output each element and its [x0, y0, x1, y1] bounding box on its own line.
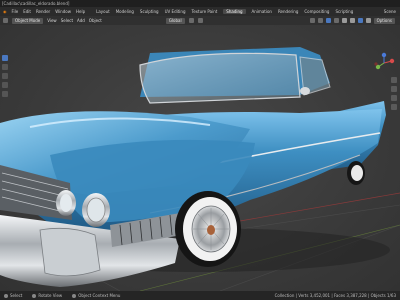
mouse-right-icon: [72, 294, 77, 298]
visibility-icon[interactable]: [309, 18, 315, 23]
editor-type-icon[interactable]: [3, 18, 8, 23]
scale-tool-icon[interactable]: [2, 91, 8, 97]
menu-render[interactable]: Render: [36, 9, 50, 14]
window-title: [Cadillac\cadillac_eldorado.blend]: [0, 0, 400, 7]
headlight-outer-lens: [86, 197, 106, 223]
shading-wireframe-icon[interactable]: [341, 18, 347, 23]
shading-solid-icon[interactable]: [349, 18, 355, 23]
gizmo-toggle-icon[interactable]: [317, 18, 323, 23]
move-tool-icon[interactable]: [2, 73, 8, 79]
scene-selector[interactable]: Scene: [384, 9, 396, 14]
perspective-toggle-icon[interactable]: [391, 104, 397, 110]
workspace-tabs: Layout Modeling Sculpting UV Editing Tex…: [96, 9, 353, 14]
tab-rendering[interactable]: Rendering: [278, 9, 298, 14]
shading-rendered-icon[interactable]: [365, 18, 371, 23]
rear-whitewall: [351, 165, 363, 181]
menu-help[interactable]: Help: [76, 9, 85, 14]
object-menu[interactable]: Object: [89, 18, 102, 23]
viewport-header: Object Mode View Select Add Object Globa…: [0, 16, 400, 25]
add-menu[interactable]: Add: [77, 18, 85, 23]
side-mirror: [300, 87, 310, 95]
viewport-nav-buttons: [391, 77, 397, 110]
windshield: [139, 52, 301, 104]
bumper-guard: [39, 227, 101, 277]
navigation-gizmo[interactable]: [373, 52, 395, 74]
headlight-inner-lens: [60, 194, 72, 212]
tab-modeling[interactable]: Modeling: [116, 9, 134, 14]
tab-layout[interactable]: Layout: [96, 9, 110, 14]
proportional-edit-icon[interactable]: [197, 18, 203, 23]
menu-window[interactable]: Window: [55, 9, 71, 14]
mouse-left-icon: [4, 294, 8, 298]
pan-hand-icon[interactable]: [391, 86, 397, 92]
camera-view-icon[interactable]: [391, 95, 397, 101]
shading-controls: Options: [309, 17, 395, 24]
select-tool-icon[interactable]: [2, 55, 8, 61]
tab-texture-paint[interactable]: Texture Paint: [191, 9, 217, 14]
status-bar: Select Rotate View Object Context Menu C…: [0, 291, 400, 300]
tab-compositing[interactable]: Compositing: [304, 9, 329, 14]
menu-edit[interactable]: Edit: [23, 9, 31, 14]
tab-scripting[interactable]: Scripting: [335, 9, 353, 14]
zoom-icon[interactable]: [391, 77, 397, 83]
tool-shelf: [2, 55, 8, 97]
blender-logo-icon[interactable]: ◉: [3, 9, 7, 14]
xray-toggle-icon[interactable]: [333, 18, 339, 23]
status-select-hint: Select: [4, 291, 22, 300]
view-menu[interactable]: View: [47, 18, 57, 23]
snap-icon[interactable]: [188, 18, 194, 23]
status-rotate-hint: Rotate View: [32, 291, 62, 300]
mode-dropdown[interactable]: Object Mode: [12, 17, 44, 24]
options-button[interactable]: Options: [373, 17, 395, 24]
3d-viewport[interactable]: [0, 25, 400, 291]
menu-file[interactable]: File: [12, 9, 19, 14]
tab-uv-editing[interactable]: UV Editing: [165, 9, 186, 14]
status-context-hint: Object Context Menu: [72, 291, 120, 300]
hub-center: [207, 225, 215, 235]
top-menu-bar: ◉ File Edit Render Window Help Layout Mo…: [0, 7, 400, 16]
mouse-middle-icon: [32, 294, 37, 298]
select-menu[interactable]: Select: [61, 18, 73, 23]
tab-shading[interactable]: Shading: [223, 9, 246, 14]
overlay-toggle-icon[interactable]: [325, 18, 331, 23]
tab-sculpting[interactable]: Sculpting: [140, 9, 159, 14]
transform-orientation-dropdown[interactable]: Global: [165, 17, 185, 24]
tab-animation[interactable]: Animation: [252, 9, 272, 14]
rotate-tool-icon[interactable]: [2, 82, 8, 88]
shading-material-icon[interactable]: [357, 18, 363, 23]
scene-statistics: Collection | Verts 3,452,001 | Faces 3,3…: [274, 293, 396, 298]
cursor-tool-icon[interactable]: [2, 64, 8, 70]
car-render: [0, 47, 400, 291]
